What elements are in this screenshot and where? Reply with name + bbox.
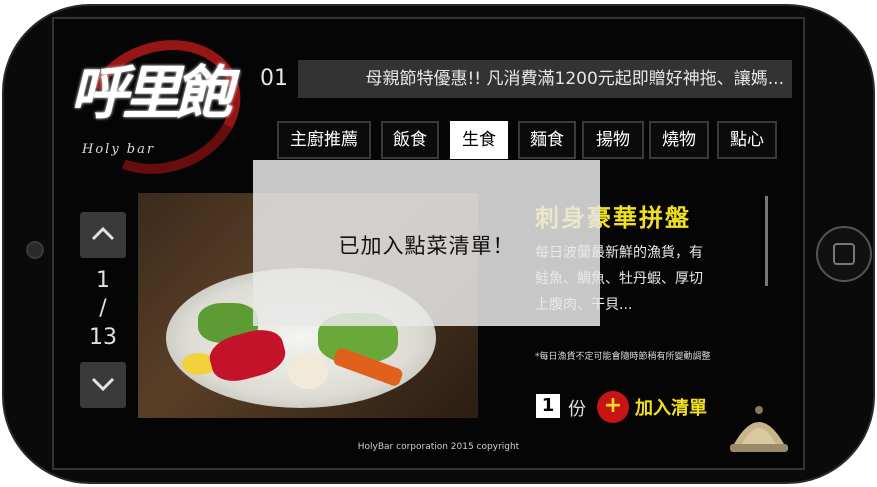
tab-fried[interactable]: 揚物 [582, 121, 644, 159]
page-down-button[interactable] [80, 362, 126, 408]
page-separator: / [99, 296, 107, 321]
tab-noodles[interactable]: 麵食 [518, 121, 576, 159]
page-current: 1 [96, 268, 110, 293]
announcement-ticker[interactable]: 母親節特優惠!! 凡消費滿1200元起即贈好神拖、讓媽... [298, 60, 792, 98]
toast-message: 已加入點菜清單！ [338, 234, 515, 258]
quantity-field[interactable]: 1 [536, 394, 560, 418]
copyright-text: HolyBar corporation 2015 copyright [357, 442, 520, 452]
brand-logo: 呼里飽 Holy bar [62, 18, 260, 196]
description-scrollbar[interactable] [765, 196, 768, 286]
home-button[interactable] [816, 226, 872, 282]
home-square-icon [833, 243, 855, 265]
chevron-up-icon [91, 226, 115, 241]
tab-snacks[interactable]: 點心 [717, 121, 777, 159]
tab-grilled[interactable]: 燒物 [649, 121, 709, 159]
tab-rice[interactable]: 飯食 [381, 121, 439, 159]
tab-raw[interactable]: 生食 [450, 121, 508, 159]
chevron-down-icon [91, 377, 115, 392]
ticker-number: 01 [260, 66, 288, 91]
tab-chef-recommend[interactable]: 主廚推薦 [277, 121, 371, 159]
scallop [288, 353, 328, 389]
logo-text: 呼里飽 [70, 59, 232, 127]
quantity-unit: 份 [568, 399, 586, 420]
page-total: 13 [89, 325, 117, 350]
plus-circle-icon[interactable]: + [597, 391, 629, 423]
logo-subtext: Holy bar [82, 142, 156, 157]
add-to-list-button[interactable]: 加入清單 [635, 394, 707, 420]
page-up-button[interactable] [80, 212, 126, 258]
added-toast: 已加入點菜清單！ [253, 160, 600, 326]
dish-note: *每日漁貨不定可能會隨時節稍有所變動調整 [535, 352, 711, 362]
camera-icon [26, 241, 44, 259]
